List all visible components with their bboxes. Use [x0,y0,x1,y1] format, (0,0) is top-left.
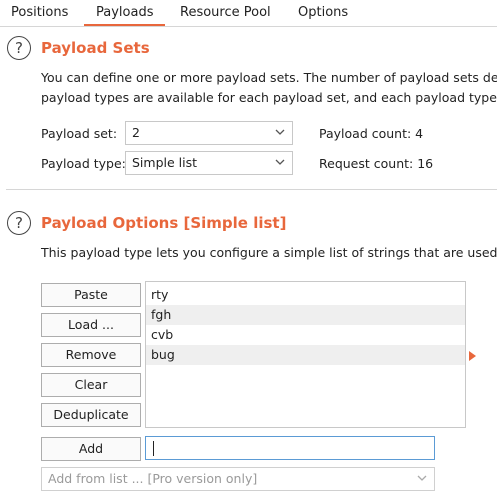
add-from-list-label: Add from list ... [Pro version only] [48,471,258,486]
payload-list[interactable]: rty fgh cvb bug [145,281,466,428]
chevron-down-icon [275,159,285,165]
list-item[interactable]: rty [146,285,465,305]
payload-set-label: Payload set: [41,126,118,141]
help-icon[interactable]: ? [7,36,31,60]
list-item[interactable]: bug [146,345,465,365]
payload-type-label: Payload type: [41,156,126,171]
tab-payloads[interactable]: Payloads [84,4,166,26]
tab-resource-pool[interactable]: Resource Pool [180,4,271,24]
payload-type-value: Simple list [132,155,198,170]
chevron-down-icon [275,129,285,135]
list-item[interactable]: fgh [146,305,465,325]
selection-arrow-icon [469,351,476,361]
load-button[interactable]: Load ... [41,313,141,337]
deduplicate-button[interactable]: Deduplicate [41,403,141,427]
payload-set-value: 2 [132,125,140,140]
clear-button[interactable]: Clear [41,373,141,397]
tab-positions[interactable]: Positions [11,4,68,24]
payload-options-title: Payload Options [Simple list] [41,214,287,232]
text-caret [153,441,154,456]
paste-button[interactable]: Paste [41,283,141,307]
remove-button[interactable]: Remove [41,343,141,367]
add-payload-input[interactable] [145,436,435,460]
tab-options[interactable]: Options [298,4,348,24]
add-from-list-select: Add from list ... [Pro version only] [41,467,435,491]
add-button[interactable]: Add [41,437,141,461]
payload-sets-title: Payload Sets [41,39,150,57]
section-divider [6,189,497,190]
payload-count-label: Payload count: 4 [319,126,424,141]
tab-bar: Positions Payloads Resource Pool Options [0,0,497,27]
payload-type-select[interactable]: Simple list [125,151,293,175]
payload-set-select[interactable]: 2 [125,121,293,145]
payload-sets-description-line2: payload types are available for each pay… [41,90,497,105]
request-count-label: Request count: 16 [319,156,434,171]
payload-sets-description-line1: You can define one or more payload sets.… [41,70,497,85]
payload-options-description: This payload type lets you configure a s… [41,245,497,260]
chevron-down-icon [417,475,427,481]
help-icon[interactable]: ? [7,211,31,235]
list-item[interactable]: cvb [146,325,465,345]
